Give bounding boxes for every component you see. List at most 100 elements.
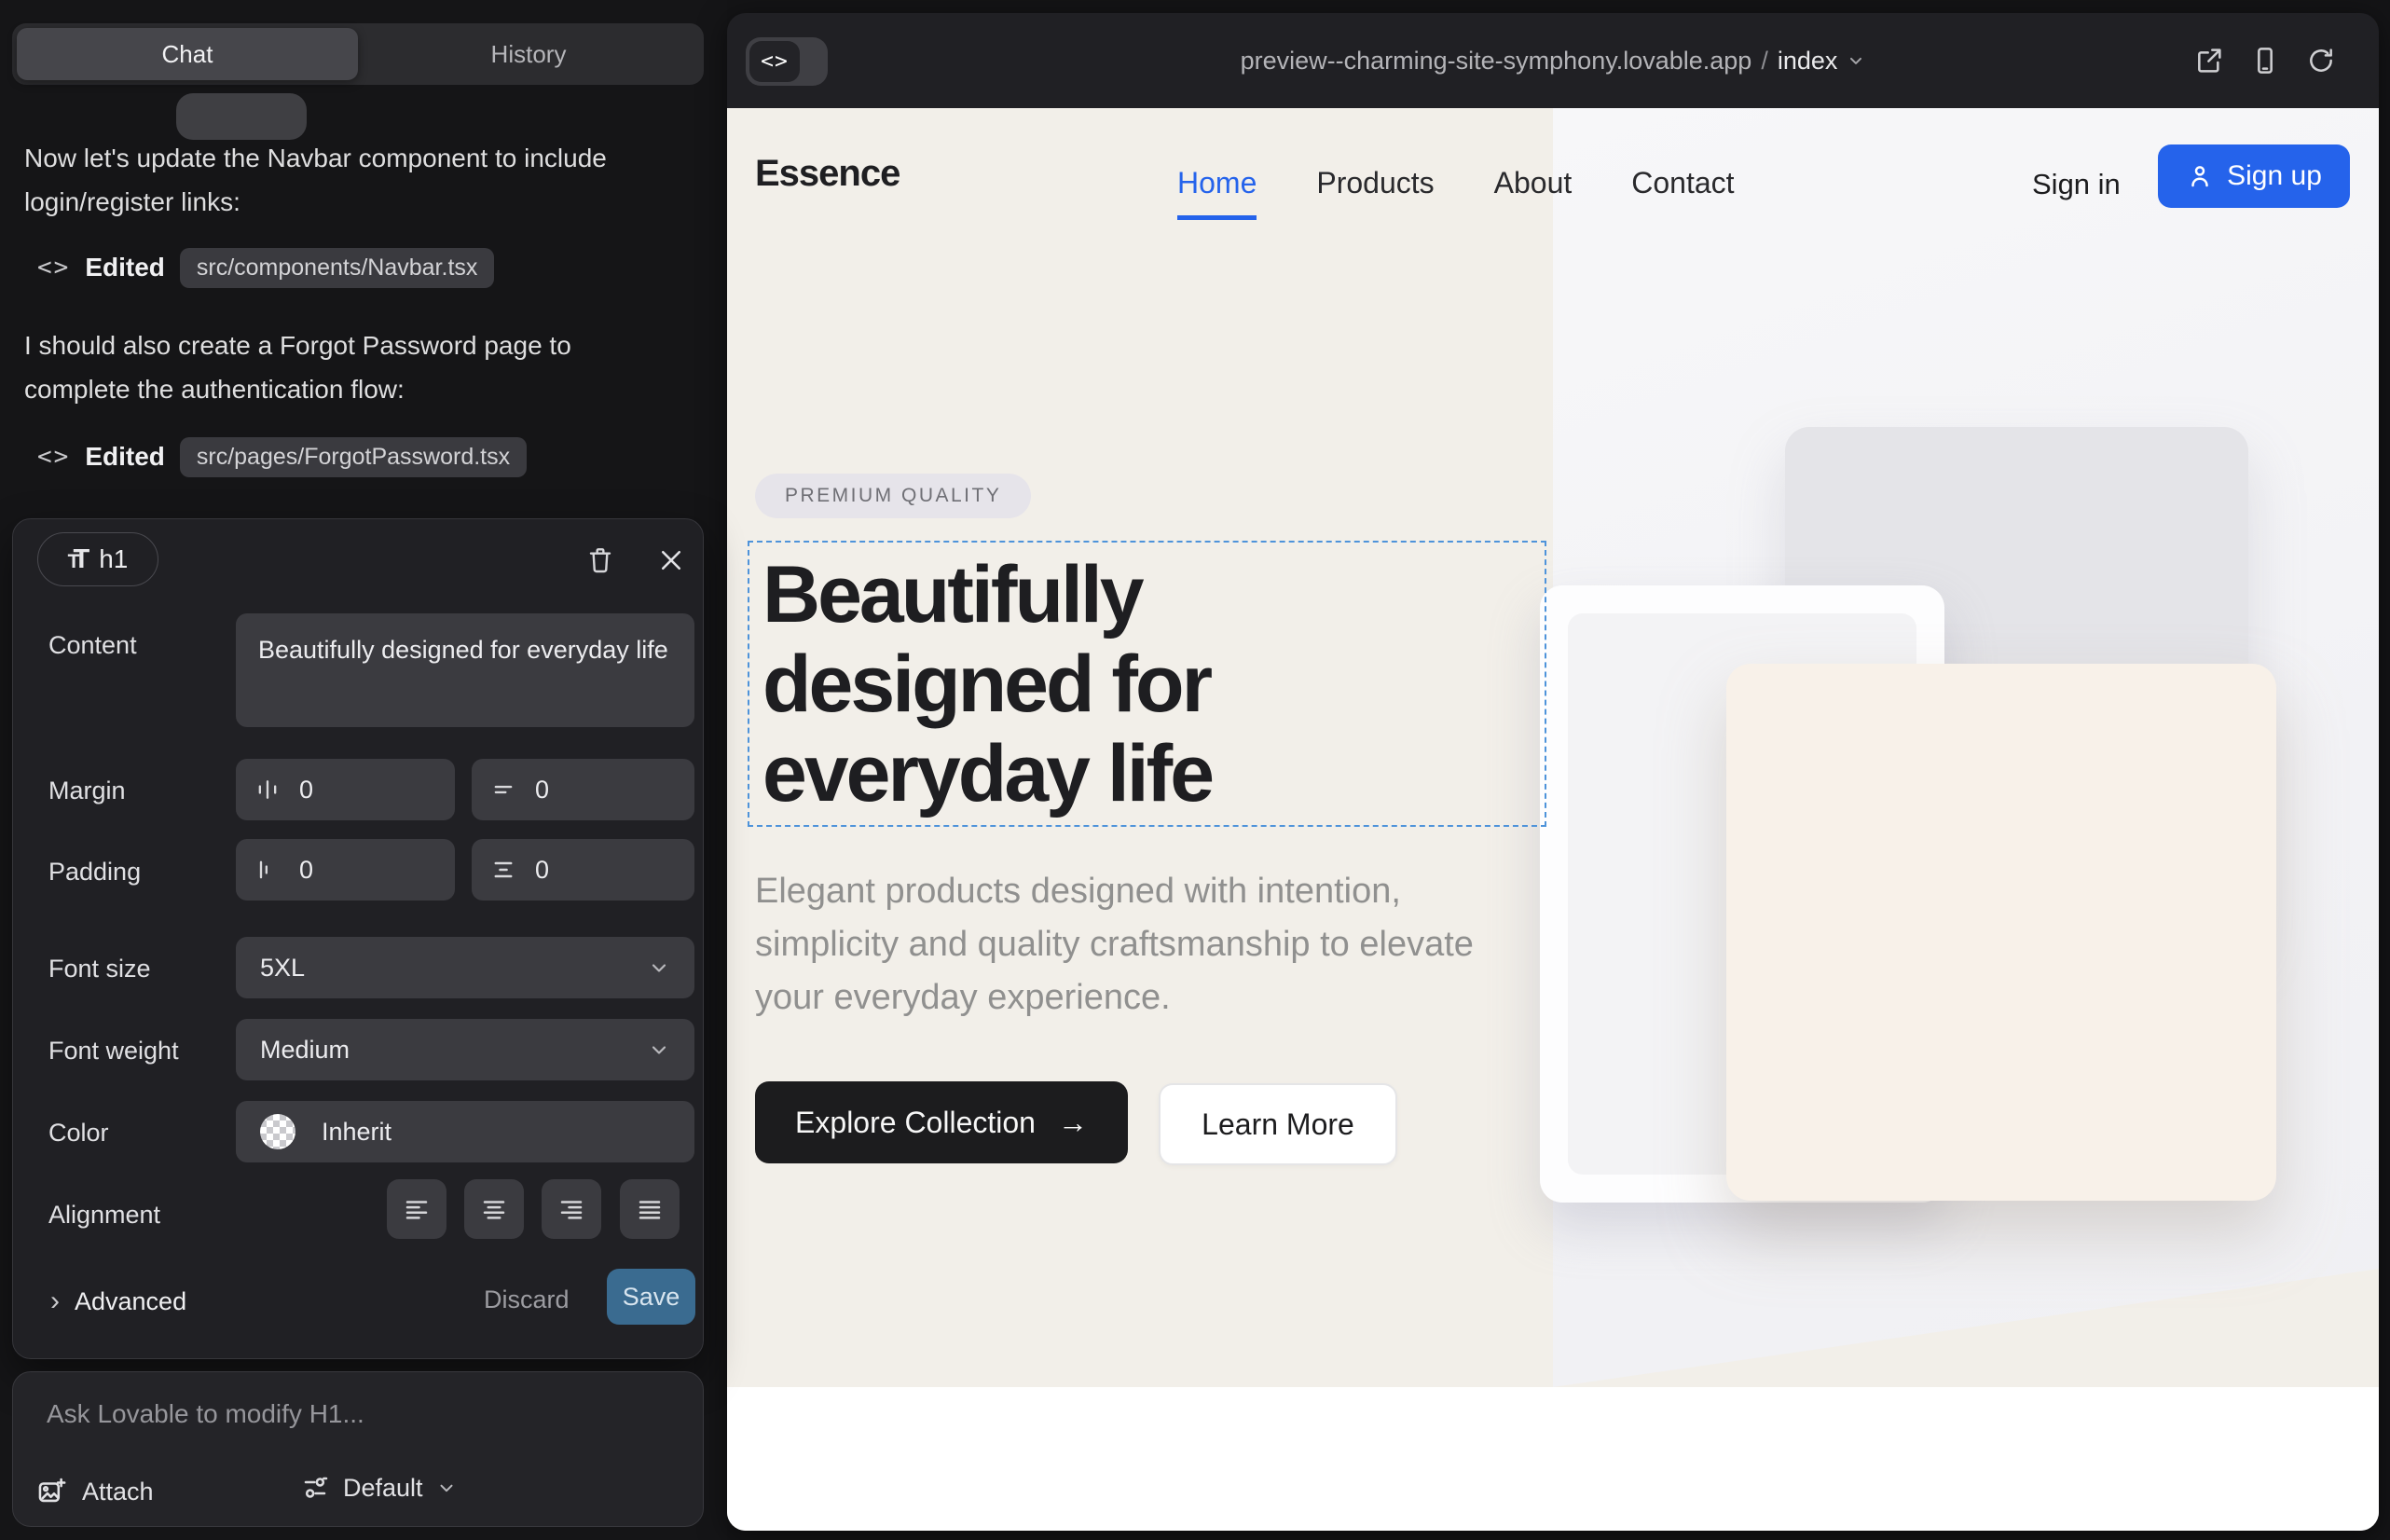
align-justify-button[interactable]: [620, 1179, 680, 1239]
sign-up-label: Sign up: [2227, 160, 2322, 192]
margin-x-field[interactable]: [236, 759, 455, 820]
attach-label: Attach: [82, 1478, 154, 1506]
padding-x-input[interactable]: [297, 855, 381, 886]
browser-chrome: <> preview--charming-site-symphony.lovab…: [727, 13, 2379, 108]
assistant-message: I should also create a Forgot Password p…: [24, 323, 682, 411]
file-action-label: Edited: [85, 442, 165, 472]
font-weight-select[interactable]: Medium: [236, 1019, 694, 1080]
content-input[interactable]: Beautifully designed for everyday life: [236, 613, 694, 727]
site-logo[interactable]: Essence: [755, 153, 900, 195]
chevron-down-icon: [648, 956, 670, 979]
chevron-down-icon: [648, 1038, 670, 1061]
arrow-right-icon: →: [1058, 1106, 1088, 1140]
color-swatch: [260, 1114, 295, 1149]
margin-x-input[interactable]: [297, 775, 381, 805]
save-button[interactable]: Save: [607, 1269, 695, 1325]
site-page: Essence Home Products About Contact Sign…: [727, 108, 2379, 1531]
chevron-right-icon: ›: [50, 1286, 60, 1317]
tab-chat[interactable]: Chat: [17, 28, 358, 80]
premium-badge: PREMIUM QUALITY: [755, 474, 1031, 518]
mode-dropdown[interactable]: Default: [300, 1473, 457, 1503]
sliders-icon: [300, 1473, 330, 1503]
margin-x-icon: [254, 777, 281, 803]
decor-card-beige: [1726, 664, 2276, 1201]
file-action-label: Edited: [85, 253, 165, 282]
scrolled-chip: [176, 93, 307, 140]
font-size-select[interactable]: 5XL: [236, 937, 694, 998]
close-panel-button[interactable]: [654, 543, 688, 577]
padding-y-field[interactable]: [472, 839, 694, 901]
hero-heading[interactable]: Beautifully designed for everyday life: [762, 550, 1212, 818]
nav-link-home[interactable]: Home: [1177, 166, 1257, 220]
mode-label: Default: [343, 1474, 423, 1503]
align-left-button[interactable]: [387, 1179, 446, 1239]
align-justify-icon: [636, 1195, 664, 1223]
mobile-view-button[interactable]: [2250, 46, 2280, 76]
hero-paragraph: Elegant products designed with intention…: [755, 865, 1512, 1024]
chevron-down-icon: [436, 1478, 457, 1498]
discard-button[interactable]: Discard: [484, 1286, 570, 1314]
margin-y-input[interactable]: [533, 775, 617, 805]
font-weight-label: Font weight: [48, 1037, 179, 1066]
nav-link-contact[interactable]: Contact: [1631, 166, 1734, 220]
margin-y-icon: [490, 777, 516, 803]
color-label: Color: [48, 1119, 109, 1148]
alignment-label: Alignment: [48, 1201, 160, 1230]
assistant-message: Now let's update the Navbar component to…: [24, 136, 682, 224]
align-center-icon: [480, 1195, 508, 1223]
close-icon: [657, 546, 685, 574]
attach-image-icon: [35, 1476, 67, 1507]
url-host: preview--charming-site-symphony.lovable.…: [1241, 47, 1752, 76]
chevron-down-icon: [1847, 51, 1865, 70]
advanced-toggle[interactable]: › Advanced: [50, 1286, 186, 1317]
sign-in-link[interactable]: Sign in: [2032, 168, 2121, 201]
delete-element-button[interactable]: [584, 543, 617, 577]
padding-x-icon: [254, 857, 281, 883]
align-right-icon: [557, 1195, 585, 1223]
edited-file-row: <> Edited src/components/Navbar.tsx: [37, 246, 494, 289]
padding-y-input[interactable]: [533, 855, 617, 886]
margin-y-field[interactable]: [472, 759, 694, 820]
sidebar: Chat History Now let's update the Navbar…: [0, 0, 727, 1540]
chat-history-tabs: Chat History: [12, 23, 704, 85]
element-editor-panel: TT h1 Content Beautifully designed for e…: [12, 518, 704, 1359]
refresh-button[interactable]: [2306, 46, 2336, 76]
content-label: Content: [48, 631, 137, 660]
trash-icon: [585, 545, 615, 575]
explore-collection-label: Explore Collection: [795, 1106, 1036, 1140]
composer-input[interactable]: [45, 1398, 641, 1430]
tab-history[interactable]: History: [358, 28, 699, 80]
learn-more-button[interactable]: Learn More: [1159, 1083, 1397, 1165]
url-bar[interactable]: preview--charming-site-symphony.lovable.…: [727, 13, 2379, 108]
site-navbar: Essence Home Products About Contact Sign…: [727, 108, 2379, 248]
nav-link-products[interactable]: Products: [1316, 166, 1434, 220]
typography-icon: TT: [68, 544, 90, 575]
user-icon: [2186, 162, 2214, 190]
element-tag-pill[interactable]: TT h1: [37, 532, 158, 586]
font-weight-value: Medium: [260, 1036, 350, 1065]
file-path-chip[interactable]: src/components/Navbar.tsx: [180, 248, 495, 288]
explore-collection-button[interactable]: Explore Collection →: [755, 1081, 1128, 1163]
code-icon: <>: [37, 443, 70, 471]
file-path-chip[interactable]: src/pages/ForgotPassword.tsx: [180, 437, 527, 477]
color-value: Inherit: [322, 1118, 391, 1147]
align-left-icon: [403, 1195, 431, 1223]
sign-up-button[interactable]: Sign up: [2158, 144, 2350, 208]
browser-preview: <> preview--charming-site-symphony.lovab…: [727, 13, 2379, 1531]
element-tag-label: h1: [99, 544, 128, 574]
padding-x-field[interactable]: [236, 839, 455, 901]
padding-label: Padding: [48, 858, 141, 887]
attach-button[interactable]: Attach: [35, 1476, 154, 1507]
nav-link-about[interactable]: About: [1494, 166, 1573, 220]
padding-y-icon: [490, 857, 516, 883]
url-separator: /: [1761, 47, 1768, 76]
advanced-label: Advanced: [75, 1287, 186, 1316]
margin-label: Margin: [48, 777, 126, 805]
color-field[interactable]: Inherit: [236, 1101, 694, 1162]
url-page: index: [1778, 47, 1838, 76]
open-external-button[interactable]: [2194, 46, 2224, 76]
code-icon: <>: [37, 254, 70, 282]
align-right-button[interactable]: [542, 1179, 601, 1239]
edited-file-row: <> Edited src/pages/ForgotPassword.tsx: [37, 435, 527, 478]
align-center-button[interactable]: [464, 1179, 524, 1239]
